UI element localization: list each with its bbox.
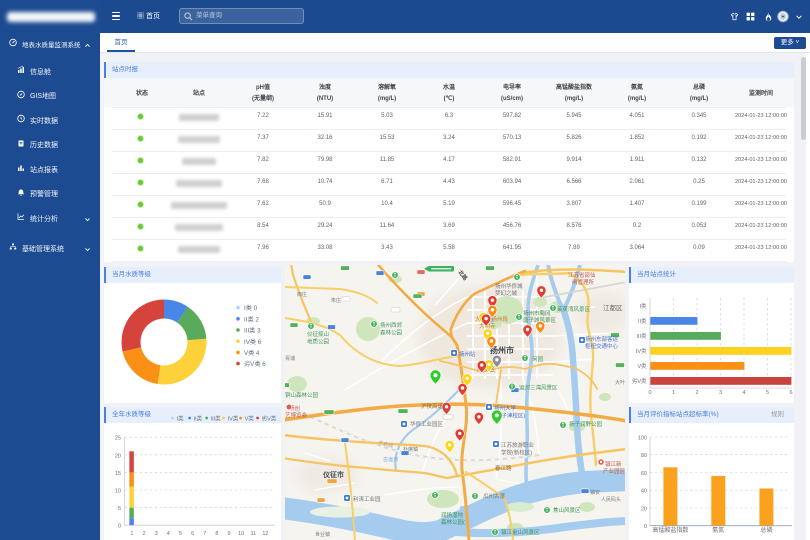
- svg-text:IV类 6: IV类 6: [244, 338, 262, 346]
- svg-text:闸管理所: 闸管理所: [572, 278, 595, 286]
- svg-text:胥浦: 胥浦: [285, 355, 295, 362]
- svg-text:江苏省邵仙: 江苏省邵仙: [568, 271, 596, 279]
- svg-text:100: 100: [638, 436, 647, 442]
- svg-text:0: 0: [648, 390, 651, 396]
- svg-text:扬州站: 扬州站: [459, 350, 476, 358]
- svg-text:扬州东部客运: 扬州东部客运: [585, 335, 619, 343]
- svg-text:江都区: 江都区: [603, 304, 623, 312]
- svg-text:焦山风景区: 焦山风景区: [553, 506, 581, 514]
- svg-text:大叶: 大叶: [615, 379, 625, 386]
- svg-text:镇江新: 镇江新: [605, 460, 622, 468]
- svg-text:10: 10: [238, 531, 244, 537]
- svg-text:艺博览会: 艺博览会: [285, 411, 308, 419]
- svg-text:扬州华侨城: 扬州华侨城: [495, 282, 523, 290]
- svg-text:利涛工业园: 利涛工业园: [353, 495, 381, 503]
- svg-text:6: 6: [191, 531, 194, 537]
- svg-text:朱庄: 朱庄: [331, 297, 341, 304]
- svg-text:11: 11: [250, 531, 256, 537]
- svg-text:氨氮: 氨氮: [712, 526, 724, 534]
- svg-text:古运河: 古运河: [383, 456, 398, 463]
- svg-text:运河三湾风景区: 运河三湾风景区: [519, 384, 558, 392]
- svg-text:1: 1: [672, 390, 675, 396]
- svg-text:4: 4: [742, 390, 745, 396]
- svg-text:江苏旅游职业: 江苏旅游职业: [501, 441, 535, 449]
- svg-text:何园: 何园: [532, 355, 544, 363]
- svg-text:扬子润野公园: 扬子润野公园: [569, 420, 603, 428]
- svg-text:I类: I类: [177, 415, 185, 423]
- svg-text:25: 25: [115, 436, 121, 442]
- svg-text:12: 12: [262, 531, 268, 537]
- svg-text:3: 3: [155, 531, 158, 537]
- svg-text:II类: II类: [194, 415, 203, 423]
- svg-text:20: 20: [641, 507, 647, 513]
- svg-text:劣V类: 劣V类: [262, 415, 277, 423]
- svg-text:5: 5: [766, 390, 769, 396]
- svg-text:IV类: IV类: [636, 347, 647, 355]
- svg-text:世业镇: 世业镇: [315, 531, 330, 538]
- svg-text:森林公园: 森林公园: [380, 329, 403, 337]
- svg-text:镇江金山风景区: 镇江金山风景区: [501, 528, 540, 536]
- svg-text:60: 60: [641, 471, 647, 477]
- svg-text:学院(新校区): 学院(新校区): [501, 449, 532, 457]
- svg-text:镇安: 镇安: [590, 489, 600, 496]
- svg-text:铜山森林公园: 铜山森林公园: [285, 391, 319, 399]
- svg-text:4: 4: [167, 531, 170, 537]
- svg-text:茱萸湾风景区: 茱萸湾风景区: [557, 305, 591, 313]
- svg-text:华侨工业园区: 华侨工业园区: [410, 420, 444, 428]
- svg-text:朴席镇: 朴席镇: [403, 446, 418, 453]
- svg-text:6: 6: [789, 390, 792, 396]
- svg-text:2: 2: [142, 531, 145, 537]
- svg-text:森林公园(: 森林公园(: [441, 518, 465, 526]
- svg-text:II类 2: II类 2: [244, 315, 259, 323]
- svg-text:2: 2: [695, 390, 698, 396]
- svg-text:瓜州古渡: 瓜州古渡: [483, 492, 506, 500]
- svg-text:产业园区: 产业园区: [603, 467, 625, 475]
- svg-text:V类: V类: [637, 362, 647, 370]
- svg-text:5: 5: [118, 506, 121, 512]
- svg-text:人民码头: 人民码头: [601, 496, 621, 503]
- svg-text:III类: III类: [211, 415, 222, 423]
- svg-text:枢纽交通中心: 枢纽交通中心: [585, 342, 619, 350]
- svg-text:80: 80: [641, 453, 647, 459]
- svg-text:西庄: 西庄: [297, 291, 307, 298]
- svg-text:40: 40: [641, 489, 647, 495]
- svg-text:扬州市蜀冈: 扬州市蜀冈: [523, 309, 551, 317]
- svg-text:沪陕高速: 沪陕高速: [421, 402, 444, 410]
- svg-text:0: 0: [644, 524, 647, 530]
- svg-text:0: 0: [118, 524, 121, 530]
- svg-text:劣V类: 劣V类: [632, 377, 647, 385]
- svg-text:10: 10: [115, 489, 121, 495]
- svg-text:仪征市: 仪征市: [322, 470, 344, 479]
- svg-text:I类 0: I类 0: [244, 304, 258, 312]
- svg-text:劣V类 6: 劣V类 6: [244, 360, 266, 368]
- svg-text:地质公园: 地质公园: [307, 338, 330, 346]
- svg-text:20: 20: [115, 453, 121, 459]
- svg-text:1: 1: [130, 531, 133, 537]
- svg-text:III类 3: III类 3: [244, 327, 261, 335]
- svg-text:梦幻之城: 梦幻之城: [495, 289, 518, 297]
- svg-text:8: 8: [215, 531, 218, 537]
- svg-text:润扬湿地: 润扬湿地: [441, 511, 464, 519]
- svg-text:总磷: 总磷: [760, 526, 772, 534]
- svg-text:I类: I类: [639, 302, 647, 310]
- svg-text:春江路: 春江路: [495, 464, 512, 472]
- svg-text:9: 9: [227, 531, 230, 537]
- svg-text:3: 3: [719, 390, 722, 396]
- svg-text:III类: III类: [636, 332, 647, 340]
- svg-text:V类 4: V类 4: [244, 349, 260, 357]
- svg-text:IV类: IV类: [228, 415, 239, 423]
- svg-text:扬州西郊: 扬州西郊: [380, 321, 403, 329]
- svg-text:15: 15: [115, 471, 121, 477]
- svg-text:仪征捺山: 仪征捺山: [307, 330, 329, 338]
- svg-text:7: 7: [203, 531, 206, 537]
- svg-text:V类: V类: [245, 415, 255, 423]
- svg-text:高锰酸盐指数: 高锰酸盐指数: [652, 526, 688, 534]
- svg-text:5: 5: [179, 531, 182, 537]
- svg-text:II类: II类: [638, 317, 647, 325]
